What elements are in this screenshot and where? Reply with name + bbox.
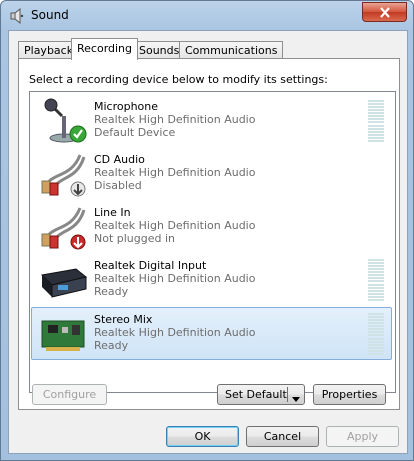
device-name: Stereo Mix [94,313,153,326]
tab-label: Playback [24,44,74,57]
list-item-microphone[interactable]: Microphone Realtek High Definition Audio… [32,95,391,146]
microphone-icon [44,98,87,143]
level-meter [368,259,384,301]
device-driver: Realtek High Definition Audio [94,219,256,232]
tab-label: Sounds [139,44,180,57]
device-status: Ready [94,339,129,352]
device-list[interactable]: Microphone Realtek High Definition Audio… [29,91,396,393]
level-meter [368,313,384,355]
speaker-icon [10,8,24,24]
instruction-text: Select a recording device below to modif… [29,73,328,86]
device-status: Disabled [94,179,142,192]
cancel-button[interactable]: Cancel [246,426,319,447]
list-item-cd-audio[interactable]: CD Audio Realtek High Definition Audio D… [32,148,391,199]
device-name: CD Audio [94,153,145,166]
cable-icon [41,154,86,197]
set-default-button[interactable]: Set Default [217,384,305,405]
apply-button[interactable]: Apply [326,426,399,447]
device-driver: Realtek High Definition Audio [94,166,256,179]
ok-button[interactable]: OK [166,426,239,447]
device-driver: Realtek High Definition Audio [94,326,256,339]
device-name: Microphone [94,100,159,113]
level-meter [368,100,384,142]
device-driver: Realtek High Definition Audio [94,272,256,285]
tab-label: Communications [185,44,278,57]
list-item-line-in[interactable]: Line In Realtek High Definition Audio No… [32,201,391,252]
title-bar[interactable]: Sound [1,1,413,31]
device-driver: Realtek High Definition Audio [94,113,256,126]
close-icon [379,6,390,18]
configure-button[interactable]: Configure [32,384,107,405]
cable-icon [41,207,86,250]
dialog-body: Playback Recording Sounds Communications… [8,30,408,454]
device-name: Line In [94,206,131,219]
button-label: Cancel [263,430,302,443]
button-label: Configure [42,388,97,401]
digital-device-icon [40,268,88,298]
device-name: Realtek Digital Input [94,259,207,272]
tab-label: Recording [77,42,133,55]
list-item-stereo-mix[interactable]: Stereo Mix Realtek High Definition Audio… [31,307,392,360]
sound-dialog: Sound Playback Recording Sounds Communic… [0,0,414,461]
button-label: Set Default [225,388,287,401]
close-button[interactable] [362,2,407,22]
device-status: Ready [94,285,129,298]
tab-recording[interactable]: Recording [71,38,139,60]
device-status: Not plugged in [94,232,176,245]
chevron-down-icon[interactable] [292,392,300,405]
button-label: Properties [321,388,378,401]
window-title: Sound [31,8,69,22]
button-label: Apply [346,430,379,443]
list-item-digital-input[interactable]: Realtek Digital Input Realtek High Defin… [32,254,391,305]
properties-button[interactable]: Properties [313,384,386,405]
sound-card-icon [41,320,85,351]
button-label: OK [194,430,211,443]
split-divider [287,387,288,402]
device-status: Default Device [94,126,176,139]
